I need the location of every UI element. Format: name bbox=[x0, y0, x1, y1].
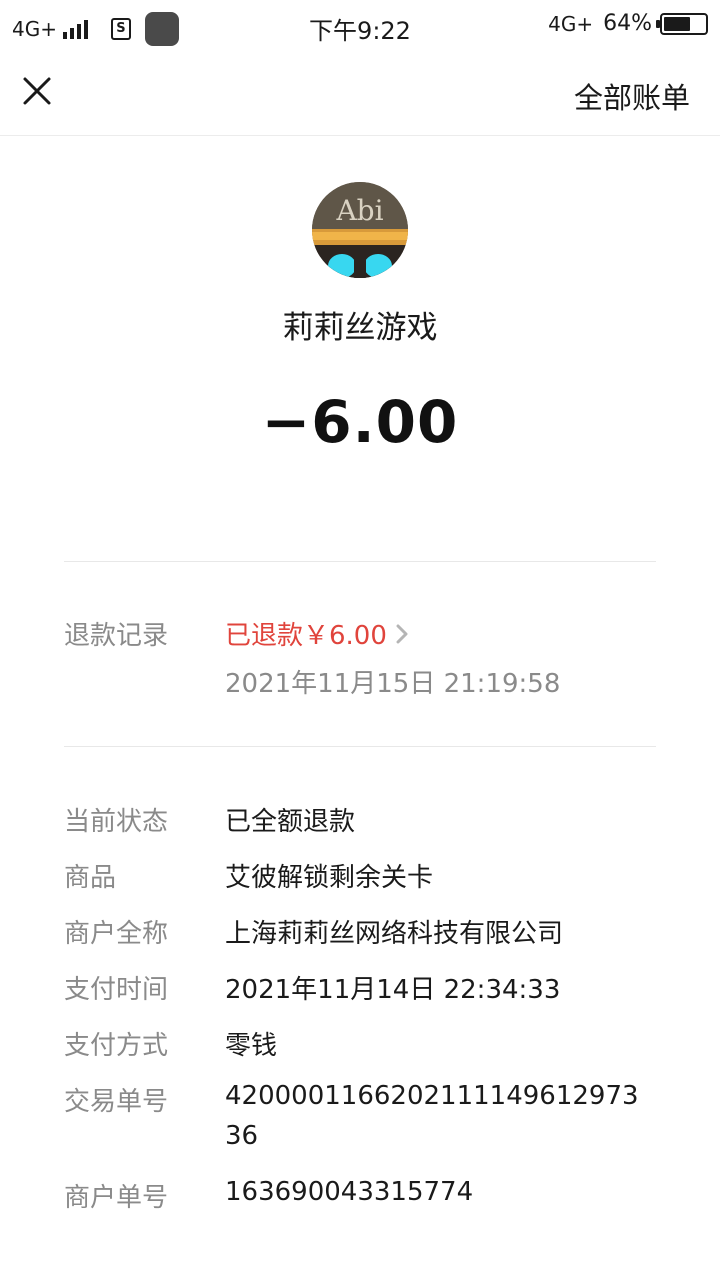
avatar-image: Abi bbox=[312, 182, 408, 278]
detail-label-transaction-id: 交易单号 bbox=[64, 1087, 169, 1117]
avatar-text: Abi bbox=[335, 194, 383, 227]
close-button[interactable] bbox=[18, 72, 56, 110]
battery-percent: 64% bbox=[603, 11, 652, 36]
detail-value-merchant-fullname: 上海莉莉丝网络科技有限公司 bbox=[225, 919, 564, 949]
divider bbox=[64, 746, 656, 747]
chevron-right-icon bbox=[395, 622, 409, 652]
nav-bar: 全部账单 bbox=[0, 50, 720, 136]
battery-icon bbox=[656, 12, 708, 35]
merchant-avatar: Abi bbox=[312, 182, 408, 278]
detail-value-status: 已全额退款 bbox=[225, 807, 356, 837]
detail-value-transaction-id[interactable]: 420000116620211114961297336 bbox=[225, 1076, 645, 1156]
network-type-right: 4G+ bbox=[548, 11, 594, 36]
detail-value-merchant-order-id[interactable]: 163690043315774 bbox=[225, 1177, 473, 1207]
transaction-amount: −6.00 bbox=[261, 388, 459, 456]
detail-label-merchant-fullname: 商户全称 bbox=[64, 919, 169, 949]
battery-level bbox=[664, 16, 690, 31]
detail-value-pay-time: 2021年11月14日 22:34:33 bbox=[225, 975, 561, 1005]
refund-record-link[interactable]: 已退款￥6.00 bbox=[225, 615, 409, 652]
refund-record-label: 退款记录 bbox=[64, 621, 169, 651]
refund-time: 2021年11月15日 21:19:58 bbox=[225, 669, 561, 699]
detail-value-pay-method: 零钱 bbox=[225, 1031, 278, 1061]
detail-label-merchant-order-id: 商户单号 bbox=[64, 1183, 169, 1213]
divider bbox=[64, 561, 656, 562]
detail-label-pay-time: 支付时间 bbox=[64, 975, 169, 1005]
detail-label-pay-method: 支付方式 bbox=[64, 1031, 169, 1061]
detail-label-product: 商品 bbox=[64, 863, 117, 893]
detail-value-product: 艾彼解锁剩余关卡 bbox=[225, 863, 434, 893]
detail-label-status: 当前状态 bbox=[64, 807, 169, 837]
all-bills-button[interactable]: 全部账单 bbox=[574, 75, 690, 117]
refund-amount-text: 已退款￥6.00 bbox=[225, 621, 387, 651]
close-icon bbox=[23, 77, 51, 105]
status-right: 4G+ 64% bbox=[548, 11, 708, 36]
status-bar: 4G+ S 下午9:22 4G+ 64% bbox=[0, 0, 720, 50]
merchant-name: 莉莉丝游戏 bbox=[282, 310, 438, 346]
